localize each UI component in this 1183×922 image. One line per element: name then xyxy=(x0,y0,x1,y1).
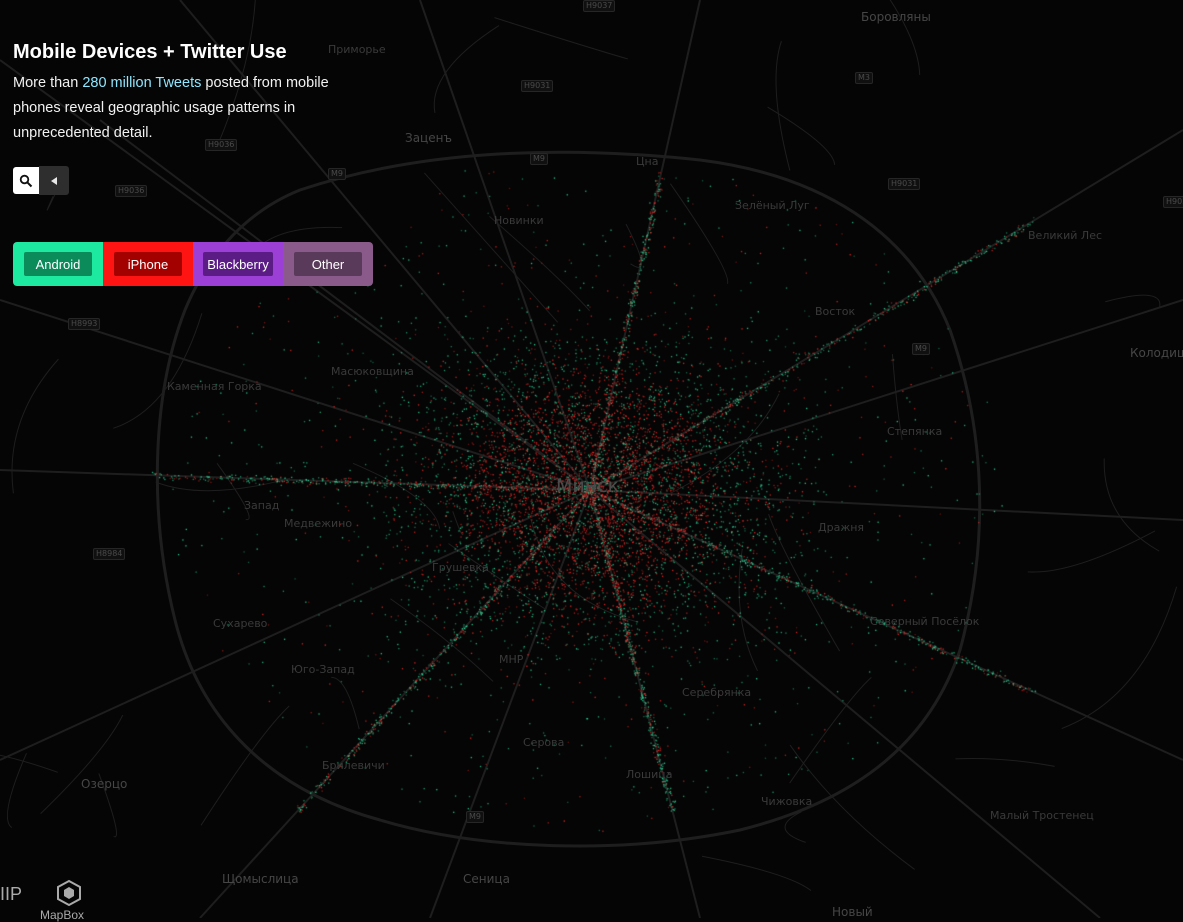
road-shield: H9037 xyxy=(583,0,615,12)
place-label: Каменная Горка xyxy=(167,381,262,393)
place-label: Озерцо xyxy=(81,778,127,790)
place-label: Серова xyxy=(523,737,564,749)
road-shield: M9 xyxy=(466,811,484,823)
place-label: Грушевка xyxy=(432,562,489,574)
road-shield: H8984 xyxy=(93,548,125,560)
iphone-toggle-button[interactable]: iPhone xyxy=(114,252,182,276)
road-shield: M9 xyxy=(328,168,346,180)
caret-left-icon xyxy=(48,175,60,187)
other-toggle-button[interactable]: Other xyxy=(294,252,362,276)
tweet-count-highlight: 280 million Tweets xyxy=(82,75,201,91)
search-icon xyxy=(19,174,33,188)
road-shield: H9031 xyxy=(888,178,920,190)
legend-blackberry: Blackberry xyxy=(193,242,283,286)
place-label: Сеница xyxy=(463,873,510,885)
legend-android: Android xyxy=(13,242,103,286)
attribution-partial-logo[interactable]: IIP xyxy=(0,884,22,905)
city-label: Минск xyxy=(556,480,619,492)
place-label: Дражня xyxy=(818,522,864,534)
search-button[interactable] xyxy=(13,167,39,194)
road-shield: H9031 xyxy=(521,80,553,92)
place-label: МНР xyxy=(499,654,523,666)
mapbox-attribution[interactable]: MapBox xyxy=(40,908,84,922)
place-label: Новый xyxy=(832,906,873,918)
place-label: Зелёный Луг xyxy=(735,200,810,212)
place-label: Щомыслица xyxy=(222,873,299,885)
place-label: Восток xyxy=(815,306,855,318)
place-label: Медвежино xyxy=(284,518,352,530)
toggle-panel-button[interactable] xyxy=(39,166,69,195)
mapbox-logo-icon[interactable] xyxy=(55,879,83,907)
road-shield: H8993 xyxy=(68,318,100,330)
road-shield: H9036 xyxy=(115,185,147,197)
place-label: Чижовка xyxy=(761,796,812,808)
place-label: Сухарево xyxy=(213,618,267,630)
legend-other: Other xyxy=(283,242,373,286)
description: More than 280 million Tweets posted from… xyxy=(13,71,353,146)
device-legend: Android iPhone Blackberry Other xyxy=(13,242,373,286)
description-text: More than xyxy=(13,75,82,91)
place-label: Серебрянка xyxy=(682,687,751,699)
page-title: Mobile Devices + Twitter Use xyxy=(13,38,353,66)
android-toggle-button[interactable]: Android xyxy=(24,252,92,276)
road-shield: M3 xyxy=(855,72,873,84)
road-shield: M9 xyxy=(912,343,930,355)
place-label: Брилевичи xyxy=(322,760,385,772)
place-label: Боровляны xyxy=(861,11,931,23)
place-label: Запад xyxy=(244,500,279,512)
map-controls xyxy=(13,167,69,195)
place-label: Лошица xyxy=(626,769,672,781)
info-panel: Mobile Devices + Twitter Use More than 2… xyxy=(13,38,353,146)
place-label: Великий Лес xyxy=(1028,230,1102,242)
place-label: Малый Тростенец xyxy=(990,810,1094,822)
place-label: Масюковщина xyxy=(331,366,414,378)
place-label: Северный Посёлок xyxy=(870,616,979,628)
legend-iphone: iPhone xyxy=(103,242,193,286)
place-label: Степянка xyxy=(887,426,942,438)
place-label: Юго-Запад xyxy=(291,664,355,676)
place-label: Новинки xyxy=(494,215,544,227)
place-label: Заценъ xyxy=(405,132,452,144)
road-shield: H9034 xyxy=(1163,196,1183,208)
blackberry-toggle-button[interactable]: Blackberry xyxy=(203,252,272,276)
place-label: Цна xyxy=(636,156,658,168)
road-shield: M9 xyxy=(530,153,548,165)
place-label: Колодищи xyxy=(1130,347,1183,359)
